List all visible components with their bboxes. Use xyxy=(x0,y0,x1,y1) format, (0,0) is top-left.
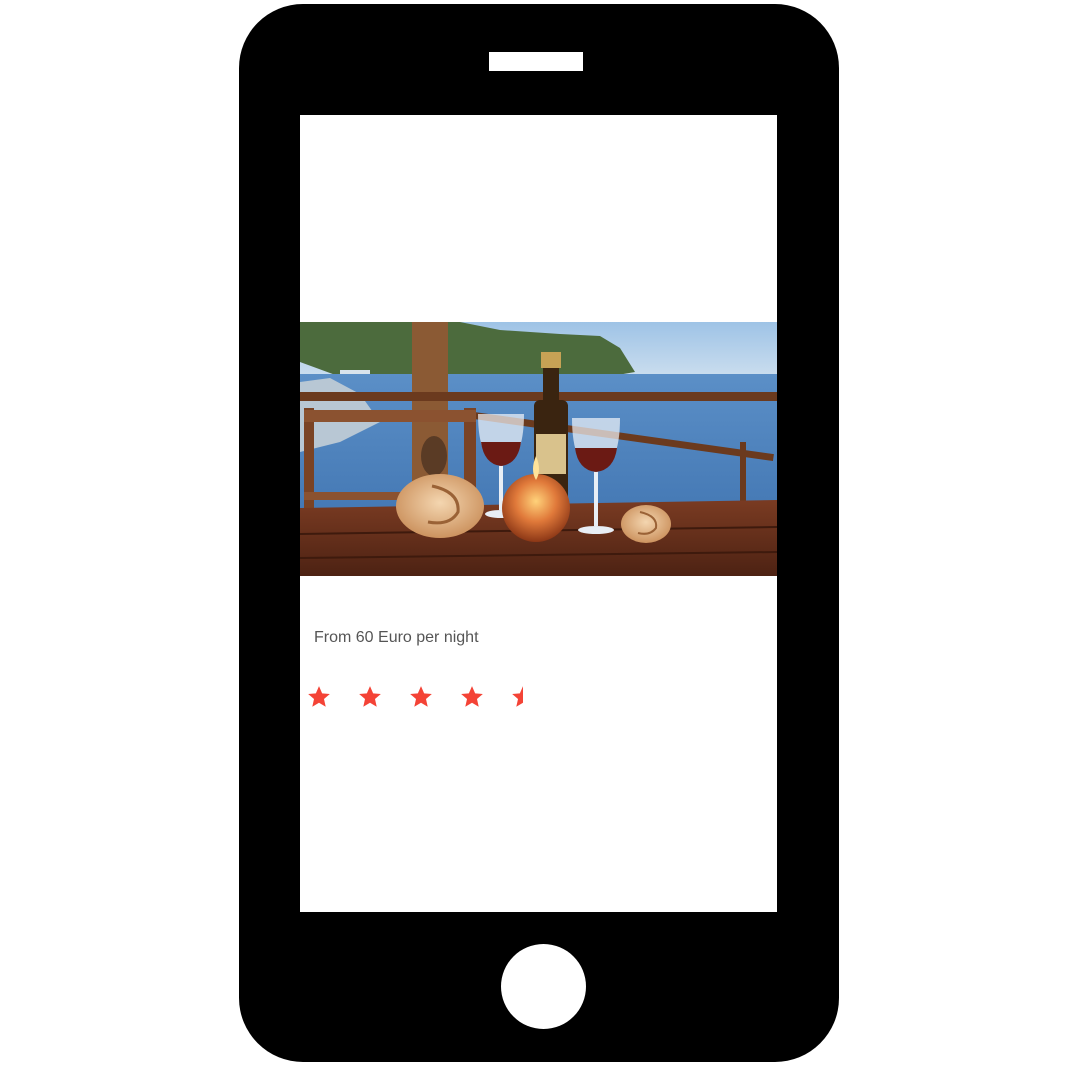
star-icon xyxy=(306,684,332,710)
price-text: From 60 Euro per night xyxy=(314,629,479,646)
listing-photo-illustration xyxy=(300,322,777,576)
phone-device-frame: From 60 Euro per night xyxy=(239,4,839,1062)
page-canvas: From 60 Euro per night xyxy=(0,0,1066,1067)
star-icon xyxy=(510,684,536,710)
star-icon xyxy=(408,684,434,710)
star-icon xyxy=(459,684,485,710)
star-icon xyxy=(357,684,383,710)
star-rating[interactable] xyxy=(306,684,606,714)
speaker-slot xyxy=(489,52,583,71)
home-button-icon[interactable] xyxy=(501,944,586,1029)
phone-screen: From 60 Euro per night xyxy=(300,115,777,912)
listing-photo[interactable] xyxy=(300,322,777,576)
